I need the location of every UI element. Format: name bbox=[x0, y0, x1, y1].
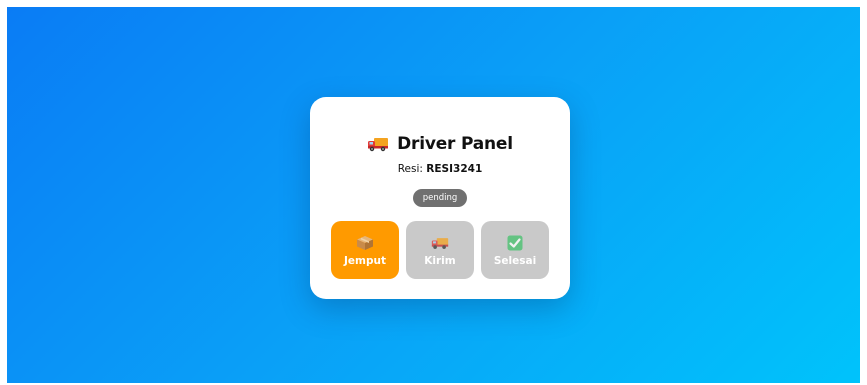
kirim-button[interactable]: Kirim bbox=[406, 221, 474, 279]
package-box-icon bbox=[357, 236, 373, 250]
status-badge-wrap: pending bbox=[310, 189, 570, 207]
resi-label: Resi: bbox=[397, 163, 423, 175]
delivery-truck-icon bbox=[368, 138, 389, 152]
resi-number: RESI3241 bbox=[426, 163, 483, 175]
panel-title: Driver Panel bbox=[397, 134, 513, 154]
status-badge: pending bbox=[412, 189, 468, 207]
kirim-label: Kirim bbox=[424, 255, 456, 267]
panel-header: Driver Panel bbox=[310, 131, 570, 157]
resi-info: Resi: RESI3241 bbox=[310, 163, 570, 175]
jemput-button[interactable]: Jemput bbox=[331, 221, 399, 279]
selesai-button[interactable]: Selesai bbox=[481, 221, 549, 279]
delivery-truck-icon bbox=[431, 238, 449, 249]
page-background: Driver Panel Resi: RESI3241 pending Jemp… bbox=[7, 7, 860, 383]
driver-panel-card: Driver Panel Resi: RESI3241 pending Jemp… bbox=[310, 97, 570, 299]
selesai-label: Selesai bbox=[493, 255, 537, 267]
jemput-label: Jemput bbox=[344, 255, 386, 267]
check-mark-icon bbox=[507, 235, 523, 251]
